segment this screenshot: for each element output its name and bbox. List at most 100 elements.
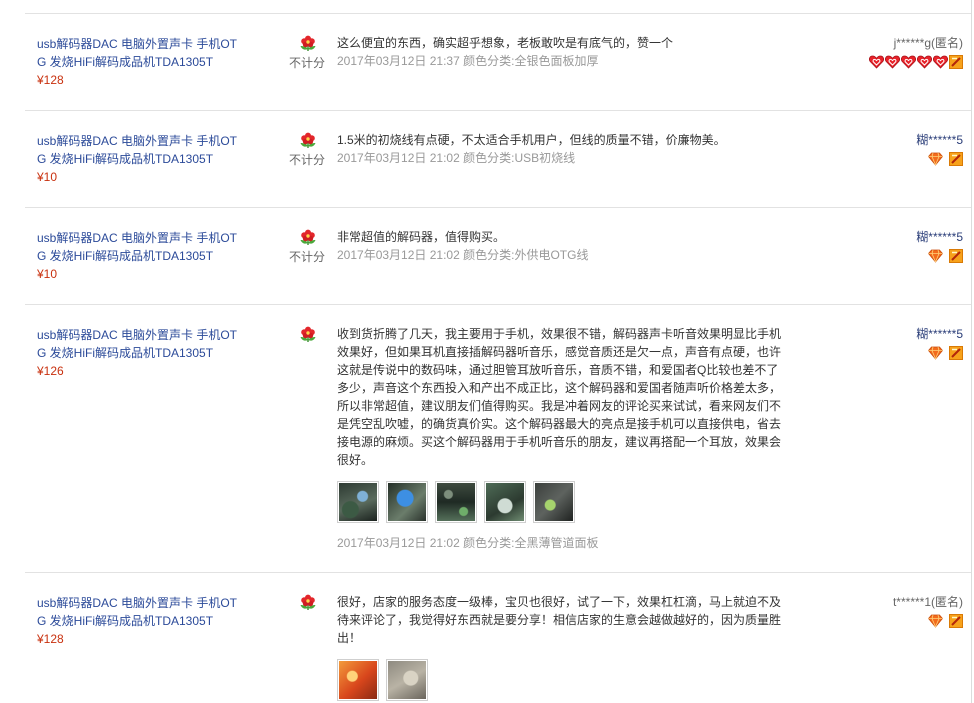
heart-icon[interactable]	[933, 55, 948, 69]
review-text: 很好，店家的服务态度一级棒，宝贝也很好，试了一下，效果杠杠滴，马上就迫不及待来评…	[337, 595, 782, 645]
product-title-link[interactable]: usb解码器DAC 电脑外置声卡 手机OTG 发烧HiFi解码成品机TDA130…	[37, 132, 243, 168]
review-meta: 2017年03月12日 21:02 颜色分类:USB初烧线	[337, 149, 783, 167]
product-title-link[interactable]: usb解码器DAC 电脑外置声卡 手机OTG 发烧HiFi解码成品机TDA130…	[37, 326, 243, 362]
heart-icon[interactable]	[917, 55, 932, 69]
row-divider	[25, 304, 971, 305]
reviewer-credit	[927, 249, 963, 263]
reviewer-credit	[869, 55, 963, 69]
row-divider	[25, 13, 971, 14]
review-sku: 颜色分类:全黑薄管道面板	[463, 536, 599, 550]
review-text: 这么便宜的东西，确实超乎想象，老板敢吹是有底气的，赞一个	[337, 36, 674, 50]
list-right-border	[971, 0, 972, 703]
review-photos	[337, 481, 783, 523]
product-info: usb解码器DAC 电脑外置声卡 手机OTG 发烧HiFi解码成品机TDA130…	[37, 35, 243, 89]
review-body: 很好，店家的服务态度一级棒，宝贝也很好，试了一下，效果杠杠滴，马上就迫不及待来评…	[337, 593, 783, 703]
score-note: 不计分	[289, 56, 326, 70]
product-title-link[interactable]: usb解码器DAC 电脑外置声卡 手机OTG 发烧HiFi解码成品机TDA130…	[37, 35, 243, 71]
score-note: 不计分	[289, 250, 326, 264]
reviewer: 糊******5	[916, 131, 963, 149]
heart-icon[interactable]	[901, 55, 916, 69]
reviewer: j******g(匿名)	[894, 34, 963, 52]
rating-cell	[289, 326, 325, 345]
rating-cell: 不计分	[289, 132, 325, 169]
heart-icon[interactable]	[885, 55, 900, 69]
product-title-link[interactable]: usb解码器DAC 电脑外置声卡 手机OTG 发烧HiFi解码成品机TDA130…	[37, 229, 243, 265]
review-meta: 2017年03月12日 21:02 颜色分类:外供电OTG线	[337, 246, 783, 264]
review-photo-thumbnail[interactable]	[386, 481, 428, 523]
vip-badge-icon[interactable]	[949, 55, 963, 69]
product-price: ¥128	[37, 632, 64, 646]
review-sku: 颜色分类:全银色面板加厚	[463, 54, 599, 68]
reviewer-name: 糊******5	[916, 327, 963, 341]
flower-icon	[289, 229, 325, 248]
review-photo-thumbnail[interactable]	[533, 481, 575, 523]
reviewer: t******1(匿名)	[893, 593, 963, 611]
review-text: 1.5米的初烧线有点硬，不太适合手机用户，但线的质量不错，价廉物美。	[337, 133, 726, 147]
review-list-page: usb解码器DAC 电脑外置声卡 手机OTG 发烧HiFi解码成品机TDA130…	[0, 0, 974, 703]
review-photo-thumbnail[interactable]	[435, 481, 477, 523]
flower-icon	[289, 594, 325, 613]
reviewer: 糊******5	[916, 228, 963, 246]
product-title-link[interactable]: usb解码器DAC 电脑外置声卡 手机OTG 发烧HiFi解码成品机TDA130…	[37, 594, 243, 630]
review-photo-thumbnail[interactable]	[386, 659, 428, 701]
rating-cell: 不计分	[289, 229, 325, 266]
review-body: 非常超值的解码器，值得购买。 2017年03月12日 21:02 颜色分类:外供…	[337, 228, 783, 264]
product-info: usb解码器DAC 电脑外置声卡 手机OTG 发烧HiFi解码成品机TDA130…	[37, 594, 243, 648]
rating-cell: 不计分	[289, 35, 325, 72]
previous-review-row-partial	[0, 0, 974, 13]
reviewer-name: j******g(匿名)	[893, 36, 963, 50]
vip-badge-icon[interactable]	[949, 249, 963, 263]
reviewer-credit	[927, 346, 963, 360]
row-divider	[25, 207, 971, 208]
review-row: usb解码器DAC 电脑外置声卡 手机OTG 发烧HiFi解码成品机TDA130…	[0, 13, 971, 110]
review-photo-thumbnail[interactable]	[337, 659, 379, 701]
review-body: 收到货折腾了几天，我主要用于手机，效果很不错，解码器声卡听音效果明显比手机效果好…	[337, 325, 783, 552]
review-photos	[337, 659, 783, 701]
review-row: usb解码器DAC 电脑外置声卡 手机OTG 发烧HiFi解码成品机TDA130…	[0, 110, 971, 207]
reviewer-name: t******1(匿名)	[892, 595, 963, 609]
vip-badge-icon[interactable]	[949, 152, 963, 166]
score-note: 不计分	[289, 153, 326, 167]
diamond-icon[interactable]	[927, 152, 944, 166]
product-price: ¥10	[37, 267, 58, 281]
review-date: 2017年03月12日 21:02	[337, 151, 460, 165]
vip-badge-icon[interactable]	[949, 614, 963, 628]
review-row: usb解码器DAC 电脑外置声卡 手机OTG 发烧HiFi解码成品机TDA130…	[0, 207, 971, 304]
product-price: ¥128	[37, 73, 64, 87]
vip-badge-icon[interactable]	[949, 346, 963, 360]
diamond-icon[interactable]	[927, 614, 944, 628]
reviewer-name: 糊******5	[916, 230, 963, 244]
review-body: 这么便宜的东西，确实超乎想象，老板敢吹是有底气的，赞一个 2017年03月12日…	[337, 34, 783, 70]
reviewer: 糊******5	[916, 325, 963, 343]
flower-icon	[289, 35, 325, 54]
review-sku: 颜色分类:USB初烧线	[463, 151, 576, 165]
review-date: 2017年03月12日 21:37	[337, 54, 460, 68]
review-photo-thumbnail[interactable]	[484, 481, 526, 523]
review-sku: 颜色分类:外供电OTG线	[463, 248, 589, 262]
review-body: 1.5米的初烧线有点硬，不太适合手机用户，但线的质量不错，价廉物美。 2017年…	[337, 131, 783, 167]
row-divider	[25, 572, 971, 573]
diamond-icon[interactable]	[927, 249, 944, 263]
product-price: ¥10	[37, 170, 58, 184]
product-info: usb解码器DAC 电脑外置声卡 手机OTG 发烧HiFi解码成品机TDA130…	[37, 229, 243, 283]
flower-icon	[289, 132, 325, 151]
reviewer-name: 糊******5	[916, 133, 963, 147]
flower-icon	[289, 326, 325, 345]
review-date: 2017年03月12日 21:02	[337, 248, 460, 262]
product-price: ¥126	[37, 364, 64, 378]
review-text: 非常超值的解码器，值得购买。	[337, 230, 506, 244]
reviewer-credit	[927, 152, 963, 166]
review-meta: 2017年03月12日 21:37 颜色分类:全银色面板加厚	[337, 52, 783, 70]
product-info: usb解码器DAC 电脑外置声卡 手机OTG 发烧HiFi解码成品机TDA130…	[37, 132, 243, 186]
review-row: usb解码器DAC 电脑外置声卡 手机OTG 发烧HiFi解码成品机TDA130…	[0, 572, 971, 703]
heart-icon[interactable]	[869, 55, 884, 69]
reviewer-credit	[927, 614, 963, 628]
product-info: usb解码器DAC 电脑外置声卡 手机OTG 发烧HiFi解码成品机TDA130…	[37, 326, 243, 380]
review-photo-thumbnail[interactable]	[337, 481, 379, 523]
rating-cell	[289, 594, 325, 613]
review-meta: 2017年03月12日 21:02 颜色分类:全黑薄管道面板	[337, 534, 783, 552]
review-row: usb解码器DAC 电脑外置声卡 手机OTG 发烧HiFi解码成品机TDA130…	[0, 304, 971, 572]
diamond-icon[interactable]	[927, 346, 944, 360]
review-date: 2017年03月12日 21:02	[337, 536, 460, 550]
review-text: 收到货折腾了几天，我主要用于手机，效果很不错，解码器声卡听音效果明显比手机效果好…	[337, 327, 782, 467]
